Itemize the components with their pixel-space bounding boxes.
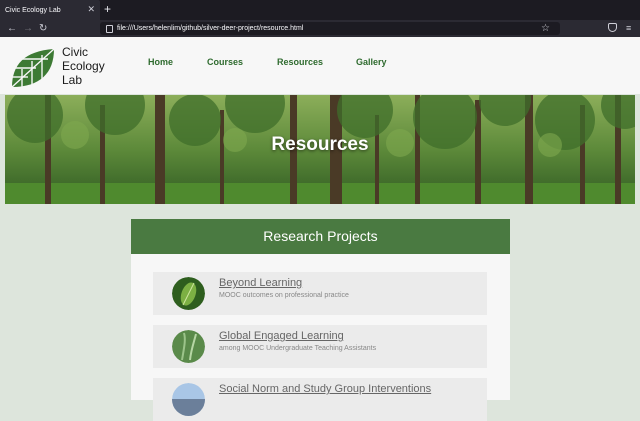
project-card[interactable]: Beyond Learning MOOC outcomes on profess… [153, 272, 487, 315]
bookmark-star-icon[interactable]: ☆ [541, 21, 550, 36]
browser-toolbar: ← → ↻ file:///Users/helenlim/github/silv… [0, 20, 640, 37]
plant-thumbnail [172, 330, 205, 363]
browser-tab[interactable]: Civic Ecology Lab ✕ [0, 0, 100, 20]
project-title[interactable]: Social Norm and Study Group Intervention… [219, 382, 431, 396]
project-subtitle: MOOC outcomes on professional practice [219, 292, 349, 299]
tab-title: Civic Ecology Lab [5, 6, 61, 14]
brand-line: Civic [62, 45, 88, 59]
project-title[interactable]: Beyond Learning [219, 276, 302, 290]
address-bar[interactable]: file:///Users/helenlim/github/silver-dee… [100, 22, 560, 35]
pocket-icon[interactable] [608, 23, 617, 32]
nav-resources[interactable]: Resources [277, 56, 323, 68]
close-icon[interactable]: ✕ [87, 4, 95, 15]
brand-line: Ecology [62, 59, 105, 73]
plus-icon[interactable]: + [104, 2, 111, 17]
nav-gallery[interactable]: Gallery [356, 56, 387, 68]
nav-home[interactable]: Home [148, 56, 173, 68]
url-text: file:///Users/helenlim/github/silver-dee… [117, 25, 304, 32]
project-subtitle: among MOOC Undergraduate Teaching Assist… [219, 345, 377, 352]
brand-line: Lab [62, 73, 83, 87]
project-card[interactable]: Global Engaged Learning among MOOC Under… [153, 325, 487, 368]
nav-courses[interactable]: Courses [207, 56, 243, 68]
section-header: Research Projects [131, 219, 510, 254]
page-title: Resources [271, 134, 369, 155]
leaf-thumbnail [172, 277, 205, 310]
forward-arrow-icon[interactable]: → [23, 21, 33, 36]
leaf-logo-icon[interactable] [10, 47, 56, 89]
browser-tab-bar: Civic Ecology Lab ✕ + [0, 0, 640, 20]
reload-icon[interactable]: ↻ [39, 21, 47, 36]
hero-banner: Resources [5, 95, 635, 204]
back-arrow-icon[interactable]: ← [7, 21, 17, 36]
file-icon [106, 25, 113, 33]
hamburger-menu-icon[interactable]: ≡ [626, 21, 631, 36]
project-title[interactable]: Global Engaged Learning [219, 329, 344, 343]
site-brand[interactable]: Civic Ecology Lab [62, 45, 105, 87]
